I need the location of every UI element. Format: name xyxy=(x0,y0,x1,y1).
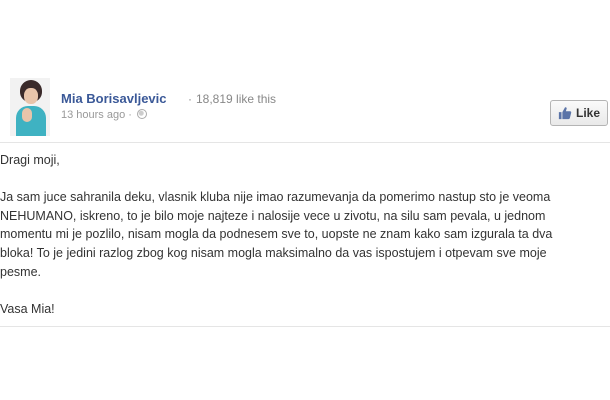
message-body: Ja sam juce sahranila deku, vlasnik klub… xyxy=(0,188,605,282)
likes-separator: · xyxy=(188,92,192,106)
divider xyxy=(0,142,610,143)
timestamp-text[interactable]: 13 hours ago · xyxy=(61,109,132,121)
message-line: pesme. xyxy=(0,264,41,279)
thumbs-up-icon xyxy=(558,107,572,120)
likes-text: 18,819 like this xyxy=(196,92,277,106)
signoff: Vasa Mia! xyxy=(0,301,55,316)
avatar-face xyxy=(24,88,38,104)
avatar-arm xyxy=(22,108,32,122)
post-message: Dragi moji, Ja sam juce sahranila deku, … xyxy=(0,151,605,319)
globe-icon[interactable] xyxy=(137,109,147,119)
greeting: Dragi moji, xyxy=(0,153,60,167)
like-button-label: Like xyxy=(575,106,600,120)
timestamp[interactable]: 13 hours ago · xyxy=(61,109,147,121)
avatar[interactable] xyxy=(10,78,50,136)
message-line: NEHUMANO, iskreno, to je bilo moje najte… xyxy=(0,208,546,223)
author-name[interactable]: Mia Borisavljevic xyxy=(61,91,167,106)
message-line: bloka! To je jedini razlog zbog kog nisa… xyxy=(0,246,547,261)
message-line: momentu mi je pozlilo, nisam mogla da po… xyxy=(0,227,553,242)
like-button[interactable]: Like xyxy=(550,100,608,126)
likes-count: · 18,819 like this xyxy=(188,92,276,106)
divider xyxy=(0,326,610,327)
message-line: Ja sam juce sahranila deku, vlasnik klub… xyxy=(0,189,551,204)
post-header xyxy=(0,0,610,145)
